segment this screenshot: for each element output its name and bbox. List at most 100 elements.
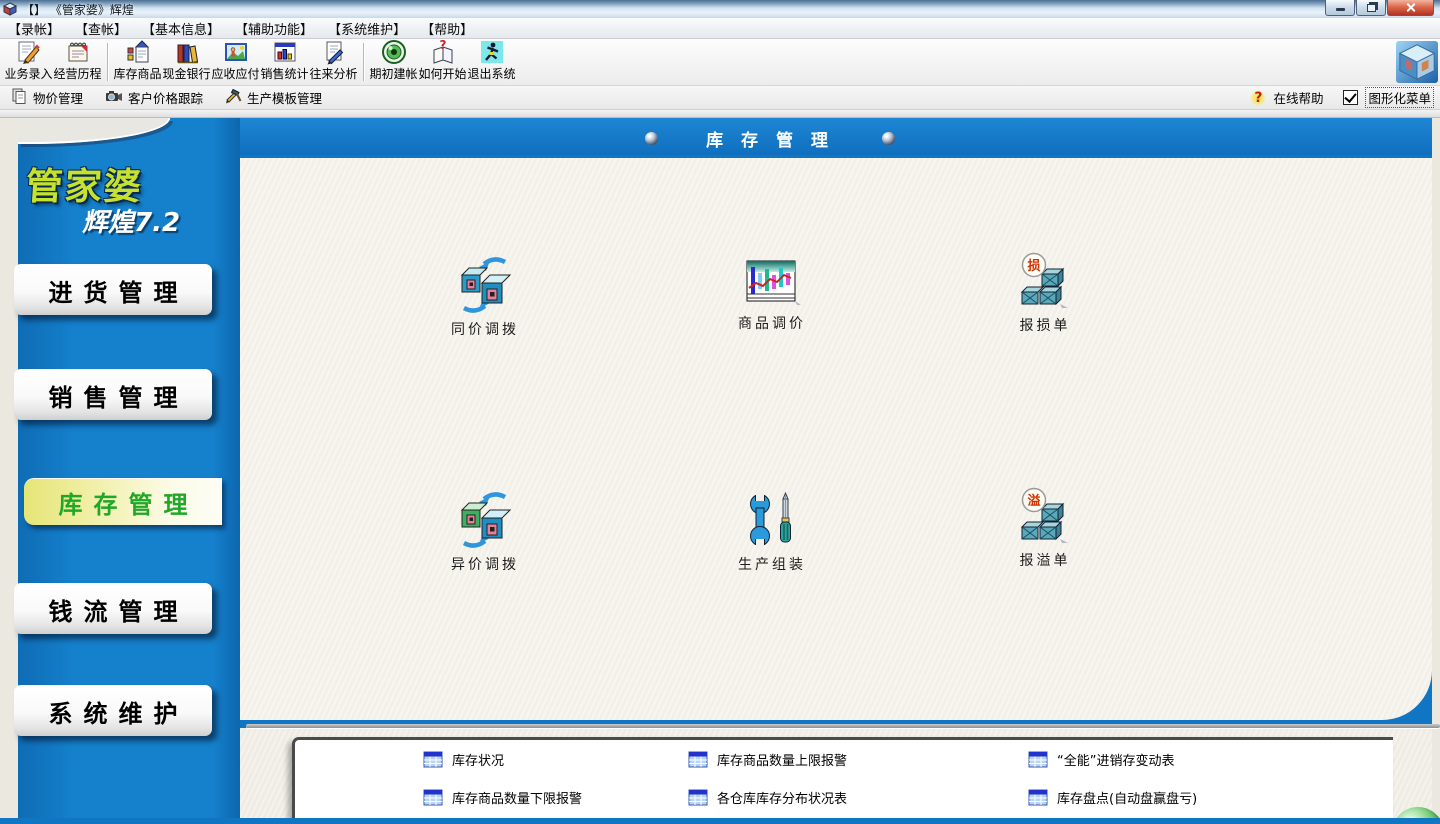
- toolbar-button-label: 销售统计: [260, 65, 308, 82]
- minimize-button[interactable]: [1325, 0, 1355, 16]
- table-icon: [1028, 789, 1048, 806]
- close-button[interactable]: [1387, 0, 1434, 16]
- module-label: 商品调价: [738, 313, 806, 333]
- toolbar-button-label: 库存商品: [113, 65, 161, 82]
- table-icon: [423, 789, 443, 806]
- toolbar-button-label: 退出系统: [467, 65, 515, 82]
- runner-icon: [479, 39, 505, 65]
- app-window: 【】 《管家婆》辉煌 【录帐】 【查帐】 【基本信息】 【辅助功能】 【系统维护…: [0, 0, 1440, 824]
- report-link-inventory-status[interactable]: 库存状况: [423, 750, 504, 769]
- title-bar: 【】 《管家婆》辉煌: [0, 0, 1440, 19]
- section-title: 库 存 管 理: [706, 126, 834, 151]
- bar-chart-icon: [272, 39, 298, 65]
- sidebar-item-system[interactable]: 系统维护: [14, 685, 212, 736]
- table-icon: [423, 751, 443, 768]
- document-pen-icon: [321, 39, 347, 65]
- reports-panel: 库存状况 库存商品数量上限报警 “全能”进销存变动表: [292, 737, 1393, 821]
- toolbar-button-how-to-start[interactable]: ? 如何开始: [418, 39, 467, 85]
- toolbar-button-label: 应收应付: [211, 65, 259, 82]
- toolbar-button-price-management[interactable]: 物价管理: [0, 86, 94, 109]
- report-link-lower-limit-alarm[interactable]: 库存商品数量下限报警: [423, 788, 582, 807]
- top-strip: [0, 110, 1440, 118]
- wrench-screwdriver-icon: [743, 491, 801, 549]
- toolbar-button-cash-bank[interactable]: 现金银行: [162, 39, 211, 85]
- pages-icon: [11, 88, 28, 108]
- module-overflow-report[interactable]: 溢 报溢单: [983, 487, 1107, 570]
- camera-icon: [105, 88, 123, 107]
- content-bottom-edge: [246, 724, 1440, 728]
- toolbar-button-exit-system[interactable]: 退出系统: [467, 39, 516, 85]
- main-toolbar: 业务录入 经营历程: [0, 39, 1440, 86]
- minimize-icon: [1336, 8, 1345, 11]
- loss-badge-text: 损: [1027, 258, 1040, 274]
- menu-item-basic-info[interactable]: 【基本信息】: [142, 19, 220, 38]
- module-label: 异价调拨: [451, 554, 519, 574]
- inventory-boxes-icon: [125, 39, 151, 65]
- close-icon: [1405, 2, 1416, 13]
- toolbar-button-receivable-payable[interactable]: 应收应付: [211, 39, 260, 85]
- table-icon: [688, 789, 708, 806]
- toolbar-button-inventory-goods[interactable]: 库存商品: [113, 39, 162, 85]
- menu-item-record[interactable]: 【录帐】: [8, 19, 60, 38]
- graphic-menu-label[interactable]: 图形化菜单: [1365, 87, 1434, 108]
- sidebar-item-sales[interactable]: 销售管理: [14, 369, 212, 420]
- module-label: 生产组装: [738, 554, 806, 574]
- report-link-stocktake[interactable]: 库存盘点(自动盘赢盘亏): [1028, 788, 1197, 807]
- menu-item-system-maintain[interactable]: 【系统维护】: [328, 19, 406, 38]
- module-production-assembly[interactable]: 生产组装: [710, 491, 834, 574]
- toolbar-button-initial-accounts[interactable]: 期初建帐: [369, 39, 418, 85]
- toolbar-button-label: 物价管理: [33, 88, 83, 107]
- toolbar-button-label: 客户价格跟踪: [128, 88, 203, 107]
- restore-icon: [1367, 4, 1376, 12]
- module-label: 同价调拨: [451, 319, 519, 339]
- module-label: 报损单: [1020, 315, 1071, 335]
- module-label: 报溢单: [1020, 550, 1071, 570]
- online-help-icon[interactable]: ?: [1250, 90, 1266, 106]
- menu-item-help[interactable]: 【帮助】: [421, 19, 473, 38]
- table-icon: [1028, 751, 1048, 768]
- restore-button[interactable]: [1356, 0, 1386, 16]
- sidebar-item-cashflow[interactable]: 钱流管理: [14, 583, 212, 634]
- secondary-toolbar: 物价管理 客户价格跟踪 生产模板管理: [0, 86, 1440, 110]
- menu-item-query[interactable]: 【查帐】: [75, 19, 127, 38]
- loss-boxes-icon: 损: [1016, 252, 1074, 310]
- warehouse-transfer-icon: [456, 491, 514, 549]
- module-loss-report[interactable]: 损 报损单: [983, 252, 1107, 335]
- right-frame: [1432, 118, 1440, 824]
- main-area: 库 存 管 理 管家婆 辉煌7.2 进货管理 销售管理 库存管理 钱流管理 系统…: [0, 110, 1440, 824]
- sphere-icon: [645, 132, 658, 145]
- secondary-toolbar-right: ? 在线帮助 图形化菜单: [1250, 86, 1434, 109]
- toolbar-button-production-template[interactable]: 生产模板管理: [214, 86, 333, 109]
- toolbar-button-customer-price-tracking[interactable]: 客户价格跟踪: [94, 86, 214, 109]
- graphic-menu-checkbox[interactable]: [1343, 90, 1358, 105]
- menu-item-auxiliary[interactable]: 【辅助功能】: [235, 19, 313, 38]
- report-label: “全能”进销存变动表: [1057, 750, 1174, 769]
- report-label: 各仓库库存分布状况表: [717, 788, 847, 807]
- report-link-warehouse-distribution[interactable]: 各仓库库存分布状况表: [688, 788, 847, 807]
- toolbar-button-label: 现金银行: [162, 65, 210, 82]
- toolbar-button-contacts-analysis[interactable]: 往来分析: [309, 39, 358, 85]
- module-goods-price-adjust[interactable]: 商品调价: [710, 256, 834, 333]
- menu-bar: 【录帐】 【查帐】 【基本信息】 【辅助功能】 【系统维护】 【帮助】: [0, 18, 1440, 39]
- toolbar-button-sales-statistics[interactable]: 销售统计: [260, 39, 309, 85]
- report-link-upper-limit-alarm[interactable]: 库存商品数量上限报警: [688, 750, 847, 769]
- brand-version-text: 辉煌7.2: [82, 202, 180, 239]
- toolbar-button-label: 如何开始: [418, 65, 466, 82]
- toolbar-button-business-history[interactable]: 经营历程: [53, 39, 102, 85]
- window-title: 【】 《管家婆》辉煌: [22, 1, 134, 18]
- module-diff-price-transfer[interactable]: 异价调拨: [423, 491, 547, 574]
- toolbar-button-business-entry[interactable]: 业务录入: [4, 39, 53, 85]
- warehouse-transfer-icon: [456, 256, 514, 314]
- toolbar-separator: [363, 43, 364, 81]
- bottom-strip: [0, 818, 1440, 824]
- window-controls: [1325, 0, 1434, 16]
- sidebar-item-purchase[interactable]: 进货管理: [14, 264, 212, 315]
- module-same-price-transfer[interactable]: 同价调拨: [423, 256, 547, 339]
- books-icon: [174, 39, 200, 65]
- report-link-allround-change-table[interactable]: “全能”进销存变动表: [1028, 750, 1174, 769]
- sidebar-item-inventory[interactable]: 库存管理: [24, 478, 222, 525]
- toolbar-button-label: 往来分析: [309, 65, 357, 82]
- online-help-label[interactable]: 在线帮助: [1273, 88, 1323, 107]
- toolbar-button-label: 业务录入: [4, 65, 52, 82]
- report-label: 库存商品数量下限报警: [452, 788, 582, 807]
